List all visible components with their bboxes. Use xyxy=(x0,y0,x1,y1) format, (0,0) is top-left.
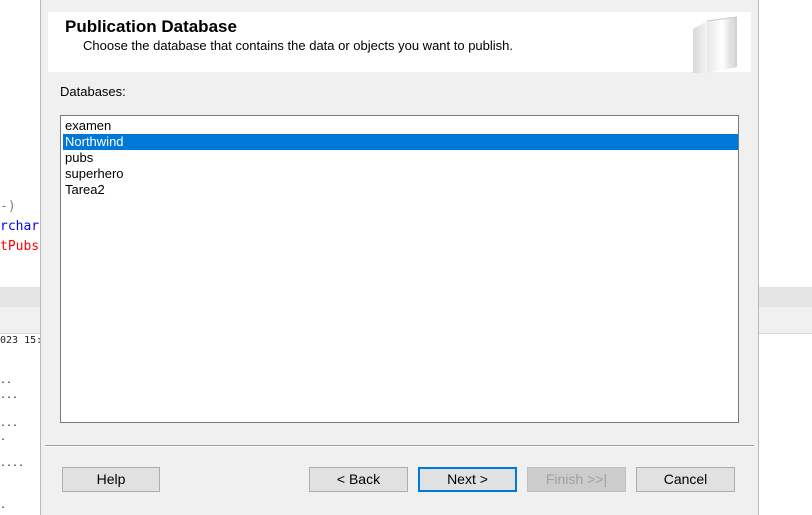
dialog-top-edge xyxy=(41,0,758,5)
page-title: Publication Database xyxy=(65,17,237,36)
wizard-header: Publication Database Choose the database… xyxy=(48,12,751,73)
button-separator xyxy=(45,445,754,447)
databases-label: Databases: xyxy=(60,84,126,99)
page-subtitle: Choose the database that contains the da… xyxy=(83,38,514,53)
databases-listbox[interactable]: examen Northwind pubs superhero Tarea2 xyxy=(60,115,739,423)
list-item-northwind[interactable]: Northwind xyxy=(63,134,738,150)
log-line-4: ... xyxy=(0,418,19,429)
log-line-1: 023 15: xyxy=(0,335,43,346)
help-button[interactable]: Help xyxy=(62,467,160,492)
finish-button[interactable]: Finish >>| xyxy=(527,467,626,492)
back-button[interactable]: < Back xyxy=(309,467,408,492)
log-line-3: ... xyxy=(0,390,19,401)
code-line-1: -) xyxy=(0,199,16,214)
log-line-5: . xyxy=(0,432,7,443)
log-line-6: .... xyxy=(0,458,25,469)
list-item-tarea2[interactable]: Tarea2 xyxy=(63,182,738,198)
log-line-7: . xyxy=(0,500,7,511)
code-line-2: rchar xyxy=(0,219,40,234)
list-item-examen[interactable]: examen xyxy=(63,118,738,134)
next-button[interactable]: Next > xyxy=(418,467,517,492)
log-line-2: .. xyxy=(0,375,13,386)
database-book-icon xyxy=(685,15,745,73)
list-item-superhero[interactable]: superhero xyxy=(63,166,738,182)
publication-wizard-dialog: Publication Database Choose the database… xyxy=(40,0,759,515)
code-line-3: tPubs xyxy=(0,239,40,254)
list-item-pubs[interactable]: pubs xyxy=(63,150,738,166)
cancel-button[interactable]: Cancel xyxy=(636,467,735,492)
